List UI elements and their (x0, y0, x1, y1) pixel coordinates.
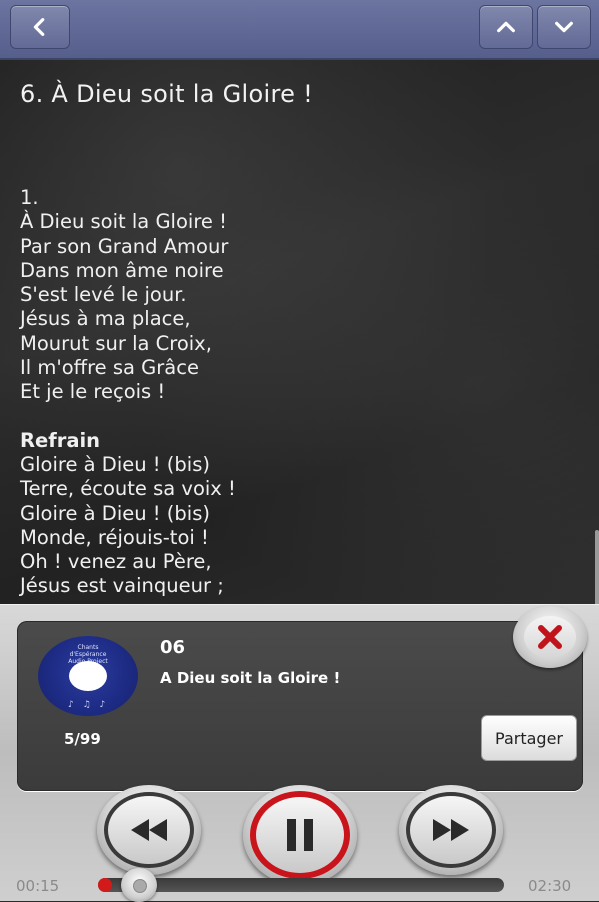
chevron-up-icon (497, 21, 515, 33)
refrain-line: Oh ! venez au Père, (20, 550, 212, 574)
share-button[interactable]: Partager (481, 715, 577, 761)
lyrics-text: 1. À Dieu soit la Gloire ! Par son Grand… (20, 186, 236, 599)
seek-bar-fill (98, 878, 112, 892)
song-title: 6. À Dieu soit la Gloire ! (20, 80, 313, 108)
rewind-button[interactable] (97, 785, 201, 875)
verse-line: Par son Grand Amour (20, 234, 229, 258)
refrain-heading: Refrain (20, 428, 101, 452)
pause-button[interactable] (243, 785, 357, 885)
next-song-button[interactable] (537, 5, 591, 49)
top-bar (0, 0, 599, 60)
refrain-line: Gloire à Dieu ! (bis) (20, 452, 210, 476)
back-button[interactable] (10, 5, 70, 49)
verse-number: 1. (20, 186, 39, 209)
lyrics-view[interactable]: 6. À Dieu soit la Gloire ! 1. À Dieu soi… (0, 60, 599, 605)
track-title: A Dieu soit la Gloire ! (160, 669, 341, 687)
verse-line: Il m'offre sa Grâce (20, 356, 199, 380)
refrain-line: Jésus est vainqueur ; (20, 574, 224, 598)
close-player-button[interactable] (513, 606, 587, 668)
refrain-line: Gloire à Dieu ! (bis) (20, 501, 210, 525)
previous-song-button[interactable] (479, 5, 533, 49)
fast-forward-icon (433, 819, 469, 841)
time-elapsed: 00:15 (16, 877, 60, 895)
verse-line: Dans mon âme noire (20, 258, 224, 282)
verse-line: À Dieu soit la Gloire ! (20, 210, 227, 234)
refrain-line: Monde, réjouis-toi ! (20, 525, 209, 549)
chevron-down-icon (555, 21, 573, 33)
audio-player: Chantsd'EspéranceAudio Project ♪ ♫ ♪ 06 … (0, 604, 599, 902)
scrollbar[interactable] (595, 530, 599, 605)
close-icon (538, 625, 562, 649)
verse-line: S'est levé le jour. (20, 283, 187, 307)
verse-line: Et je le reçois ! (20, 380, 166, 404)
fast-forward-button[interactable] (399, 785, 503, 875)
track-number: 06 (160, 637, 186, 658)
verse-line: Mourut sur la Croix, (20, 331, 212, 355)
seek-bar[interactable] (98, 878, 504, 892)
rewind-icon (131, 819, 167, 841)
track-position: 5/99 (64, 730, 101, 748)
refrain-line: Terre, écoute sa voix ! (20, 477, 236, 501)
chevron-left-icon (33, 18, 45, 36)
verse-line: Jésus à ma place, (20, 307, 191, 331)
track-info-panel: Chantsd'EspéranceAudio Project ♪ ♫ ♪ 06 … (17, 621, 583, 791)
pause-icon (287, 819, 313, 851)
time-total: 02:30 (528, 877, 572, 895)
seek-thumb[interactable] (120, 868, 157, 902)
album-cover: Chantsd'EspéranceAudio Project ♪ ♫ ♪ (38, 636, 138, 716)
